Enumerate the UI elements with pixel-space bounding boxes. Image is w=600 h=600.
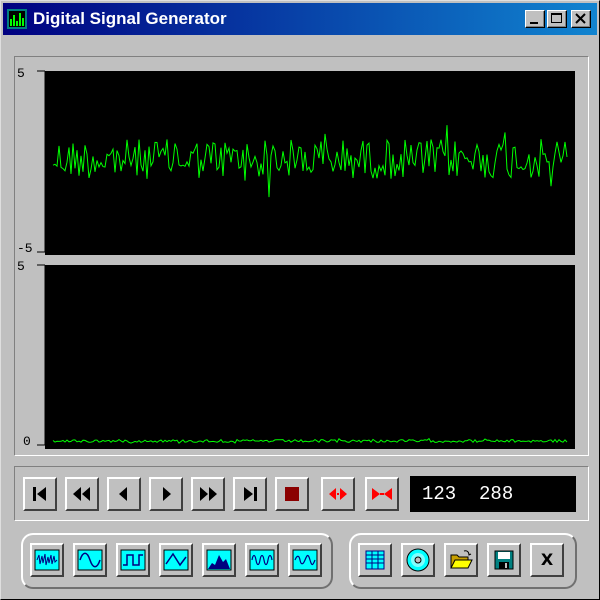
contract-arrows-icon [372, 488, 392, 500]
exit-button[interactable]: X [530, 543, 564, 577]
noise-wave-button[interactable] [30, 543, 64, 577]
rewind-button[interactable] [65, 477, 99, 511]
top-plot-trace [52, 125, 568, 198]
grid-table-icon [365, 550, 385, 570]
skip-to-start-icon [33, 487, 46, 501]
contract-button[interactable] [365, 477, 399, 511]
floppy-disk-icon [494, 550, 514, 570]
expand-arrows-icon [329, 488, 347, 500]
bottom-plot-y-max-label: 5 [17, 259, 25, 274]
top-plot-y-max-label: 5 [17, 66, 25, 81]
cd-icon [406, 548, 430, 572]
spectrum-icon [206, 549, 232, 571]
bottom-plot [45, 265, 575, 449]
fast-forward-button[interactable] [191, 477, 225, 511]
sine-wave-button[interactable] [73, 543, 107, 577]
triangle-wave-icon [163, 549, 189, 571]
play-icon [163, 487, 171, 501]
noise-wave-icon [34, 549, 60, 571]
play-button[interactable] [149, 477, 183, 511]
open-button[interactable] [444, 543, 478, 577]
title-bar[interactable]: Digital Signal Generator [3, 3, 597, 35]
save-button[interactable] [487, 543, 521, 577]
disc-button[interactable] [401, 543, 435, 577]
x-close-icon: X [540, 550, 554, 569]
modulated-wave-icon [292, 549, 318, 571]
square-wave-icon [120, 549, 146, 571]
stop-icon [285, 487, 299, 501]
first-button[interactable] [23, 477, 57, 511]
square-wave-button[interactable] [116, 543, 150, 577]
app-window: Digital Signal Generator 5 -5 5 0 123 28… [0, 0, 600, 600]
spectrum-button[interactable] [202, 543, 236, 577]
window-title: Digital Signal Generator [33, 9, 227, 28]
burst-wave-icon [249, 549, 275, 571]
equalizer-app-icon [7, 9, 27, 29]
maximize-button[interactable] [547, 10, 567, 28]
burst-wave-button[interactable] [245, 543, 279, 577]
stop-button[interactable] [275, 477, 309, 511]
expand-button[interactable] [321, 477, 355, 511]
top-plot [45, 71, 575, 255]
fast-forward-icon [200, 487, 217, 501]
position-counter: 123 288 [410, 476, 576, 512]
bottom-plot-trace [52, 437, 568, 444]
close-icon [575, 13, 586, 24]
modulated-wave-button[interactable] [288, 543, 322, 577]
close-button[interactable] [571, 10, 591, 28]
rewind-icon [73, 487, 90, 501]
step-back-button[interactable] [107, 477, 141, 511]
step-back-icon [119, 487, 127, 501]
open-folder-icon [450, 550, 473, 569]
maximize-icon [551, 13, 562, 23]
last-button[interactable] [233, 477, 267, 511]
skip-to-end-icon [244, 487, 257, 501]
triangle-wave-button[interactable] [159, 543, 193, 577]
minimize-button[interactable] [525, 10, 545, 28]
data-table-button[interactable] [358, 543, 392, 577]
minimize-icon [530, 22, 538, 24]
sine-wave-icon [77, 549, 103, 571]
